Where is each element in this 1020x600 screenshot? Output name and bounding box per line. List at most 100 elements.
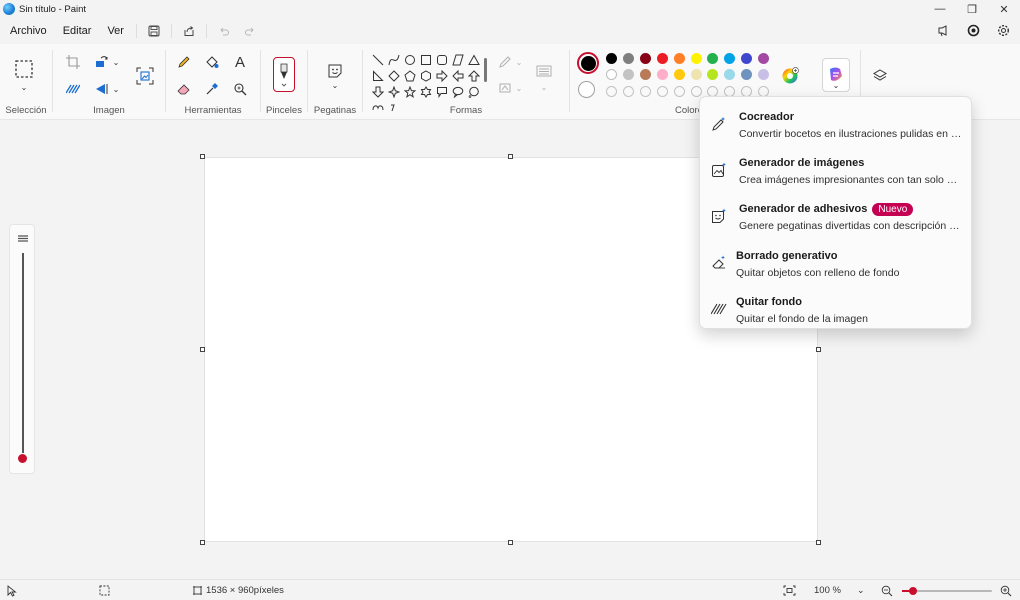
shape-fill-icon[interactable]	[496, 80, 514, 96]
chevron-down-icon[interactable]: ⌄	[111, 81, 121, 97]
resize-handle-top-left[interactable]	[200, 154, 205, 159]
resize-handle-top[interactable]	[508, 154, 513, 159]
color-swatch[interactable]	[656, 53, 668, 64]
magnifier-icon[interactable]	[232, 81, 248, 97]
color-swatch[interactable]	[673, 53, 685, 64]
hexagon-shape-icon[interactable]	[418, 68, 434, 84]
right-arrow-shape-icon[interactable]	[434, 68, 450, 84]
color-swatch[interactable]	[724, 53, 736, 64]
chevron-down-icon[interactable]: ⌄	[18, 82, 30, 92]
chevron-down-icon[interactable]: ⌄	[539, 82, 549, 92]
minimize-button[interactable]: —	[924, 0, 956, 18]
resize-handle-right[interactable]	[816, 347, 821, 352]
secondary-color-swatch[interactable]	[578, 81, 595, 98]
color-picker-icon[interactable]	[204, 81, 220, 97]
sticker-icon[interactable]	[326, 62, 344, 80]
brush-size-slider[interactable]	[9, 224, 35, 474]
custom-color-slot[interactable]	[673, 86, 685, 97]
color-swatch[interactable]	[656, 69, 668, 80]
rectangle-callout-shape-icon[interactable]	[434, 84, 450, 100]
color-swatch[interactable]	[741, 53, 753, 64]
color-swatch[interactable]	[758, 69, 770, 80]
color-swatch[interactable]	[707, 53, 719, 64]
share-icon[interactable]	[176, 21, 202, 41]
down-arrow-shape-icon[interactable]	[370, 84, 386, 100]
color-swatch[interactable]	[724, 69, 736, 80]
custom-color-slot[interactable]	[639, 86, 651, 97]
color-swatch[interactable]	[707, 69, 719, 80]
chevron-down-icon[interactable]: ⌄	[330, 80, 340, 90]
color-swatch[interactable]	[622, 69, 634, 80]
flip-icon[interactable]	[94, 81, 110, 97]
chevron-down-icon[interactable]: ⌄	[831, 80, 841, 90]
line-width-icon[interactable]	[534, 62, 554, 80]
zoom-in-icon[interactable]	[1000, 580, 1012, 600]
cloud-callout-shape-icon[interactable]	[466, 84, 482, 100]
zoom-dropdown[interactable]: 100 % ⌄	[806, 580, 866, 600]
pencil-icon[interactable]	[176, 54, 192, 70]
chevron-down-icon[interactable]: ⌄	[514, 54, 524, 70]
image-select-icon[interactable]	[135, 66, 155, 86]
color-swatch[interactable]	[639, 69, 651, 80]
menu-item-image-generator[interactable]: Generador de imágenes Crea imágenes impr…	[700, 147, 973, 193]
close-button[interactable]: ✕	[988, 0, 1020, 18]
custom-color-slot[interactable]	[622, 86, 634, 97]
shape-outline-icon[interactable]	[496, 54, 514, 70]
line-shape-icon[interactable]	[370, 52, 386, 68]
credits-icon[interactable]	[960, 20, 986, 40]
color-swatch[interactable]	[690, 69, 702, 80]
rounded-rectangle-shape-icon[interactable]	[434, 52, 450, 68]
polygon-shape-icon[interactable]	[450, 52, 466, 68]
menu-view[interactable]: Ver	[99, 21, 132, 41]
menu-file[interactable]: Archivo	[2, 21, 55, 41]
redo-icon[interactable]	[237, 21, 263, 41]
edit-colors-icon[interactable]	[780, 66, 800, 86]
shapes-scrollbar[interactable]	[484, 58, 487, 82]
primary-color-swatch[interactable]	[577, 52, 599, 74]
resize-handle-left[interactable]	[200, 347, 205, 352]
menu-item-remove-background[interactable]: Quitar fondo Quitar el fondo de la image…	[700, 286, 973, 332]
fit-to-window-icon[interactable]	[783, 580, 796, 600]
custom-color-slot[interactable]	[690, 86, 702, 97]
zoom-slider-thumb[interactable]	[908, 587, 917, 595]
menu-item-generative-erase[interactable]: Borrado generativo Quitar objetos con re…	[700, 240, 973, 286]
heart-shape-icon[interactable]	[370, 100, 386, 116]
lightning-shape-icon[interactable]	[386, 100, 402, 116]
fill-bucket-icon[interactable]	[204, 54, 220, 70]
curve-shape-icon[interactable]	[386, 52, 402, 68]
pentagon-shape-icon[interactable]	[402, 68, 418, 84]
color-swatch[interactable]	[758, 53, 770, 64]
settings-icon[interactable]	[990, 20, 1016, 40]
right-triangle-shape-icon[interactable]	[370, 68, 386, 84]
color-swatch[interactable]	[606, 53, 617, 64]
five-point-star-shape-icon[interactable]	[402, 84, 418, 100]
menu-item-sticker-generator[interactable]: Generador de adhesivos Nuevo Genere pegat…	[700, 193, 973, 239]
left-arrow-shape-icon[interactable]	[450, 68, 466, 84]
chevron-down-icon[interactable]: ⌄	[111, 54, 121, 70]
four-point-star-shape-icon[interactable]	[386, 84, 402, 100]
color-swatch[interactable]	[673, 69, 685, 80]
menu-edit[interactable]: Editar	[55, 21, 100, 41]
save-icon[interactable]	[141, 21, 167, 41]
text-tool-icon[interactable]: A	[232, 53, 248, 71]
restore-button[interactable]: ❐	[956, 0, 988, 18]
select-rectangle-icon[interactable]	[13, 58, 35, 80]
undo-icon[interactable]	[211, 21, 237, 41]
rectangle-shape-icon[interactable]	[418, 52, 434, 68]
diamond-shape-icon[interactable]	[386, 68, 402, 84]
remove-background-icon[interactable]	[65, 81, 81, 97]
crop-icon[interactable]	[65, 54, 81, 70]
custom-color-slot[interactable]	[606, 86, 617, 97]
color-swatch[interactable]	[741, 69, 753, 80]
color-swatch[interactable]	[639, 53, 651, 64]
color-swatch[interactable]	[690, 53, 702, 64]
feedback-icon[interactable]	[930, 20, 956, 40]
chevron-down-icon[interactable]: ⌄	[514, 80, 524, 96]
slider-thumb[interactable]	[18, 454, 27, 463]
resize-handle-bottom[interactable]	[508, 540, 513, 545]
oval-shape-icon[interactable]	[402, 52, 418, 68]
resize-handle-bottom-right[interactable]	[816, 540, 821, 545]
zoom-slider[interactable]	[902, 580, 992, 600]
eraser-icon[interactable]	[176, 81, 192, 97]
triangle-shape-icon[interactable]	[466, 52, 482, 68]
